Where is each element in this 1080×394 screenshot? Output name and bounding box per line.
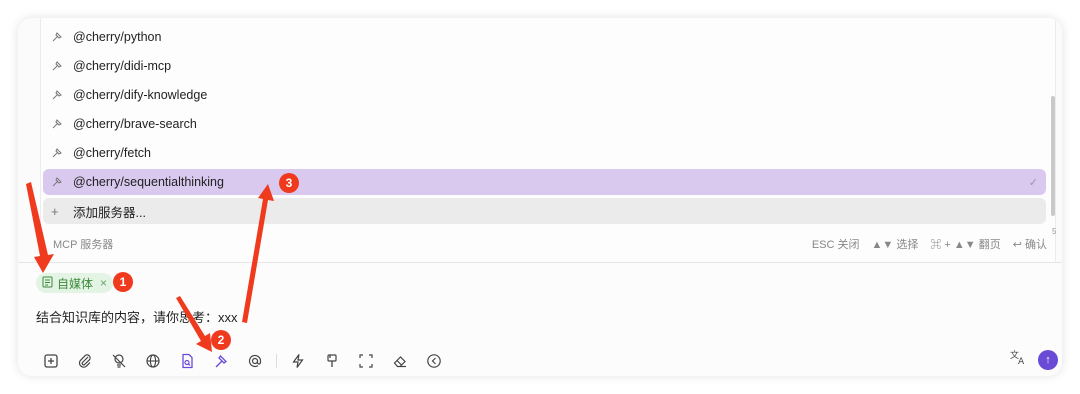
popover-title: MCP 服务器 bbox=[53, 239, 114, 251]
annotation-badge-2: 2 bbox=[211, 330, 231, 350]
toolbar-divider bbox=[276, 354, 277, 368]
new-topic-button[interactable] bbox=[34, 349, 68, 373]
scrollbar[interactable] bbox=[1051, 96, 1055, 216]
quick-phrase-button[interactable] bbox=[281, 349, 315, 373]
server-label: @cherry/fetch bbox=[73, 146, 151, 160]
input-area[interactable]: 自媒体 × 结合知识库的内容，请你思考：xxx 文 A ↑ bbox=[18, 262, 1062, 376]
lightning-icon bbox=[292, 354, 304, 368]
clear-format-button[interactable] bbox=[315, 349, 349, 373]
knowledge-base-button[interactable] bbox=[170, 349, 204, 373]
right-tools: 文A ↑ bbox=[1010, 349, 1058, 370]
server-item-python[interactable]: @cherry/python bbox=[43, 24, 1046, 50]
eraser-icon bbox=[393, 356, 406, 368]
expand-icon bbox=[359, 354, 373, 368]
tag-label: 自媒体 bbox=[57, 276, 94, 291]
hammer-icon bbox=[51, 31, 65, 43]
server-item-sequentialthinking[interactable]: @cherry/sequentialthinking ✓ bbox=[43, 169, 1046, 195]
chevron-left-circle-icon bbox=[427, 354, 441, 368]
clear-button[interactable] bbox=[383, 349, 417, 373]
server-label: @cherry/python bbox=[73, 30, 162, 44]
check-icon: ✓ bbox=[1028, 176, 1038, 189]
mention-button[interactable] bbox=[238, 349, 272, 373]
chat-window: @cherry/python @cherry/didi-mcp @cherry/… bbox=[18, 18, 1062, 376]
thinking-button[interactable] bbox=[102, 349, 136, 373]
server-item-dify-knowledge[interactable]: @cherry/dify-knowledge bbox=[43, 82, 1046, 108]
hammer-icon bbox=[215, 355, 227, 368]
svg-text:A: A bbox=[1018, 357, 1025, 365]
collapse-button[interactable] bbox=[417, 349, 451, 373]
message-input[interactable]: 结合知识库的内容，请你思考：xxx bbox=[36, 307, 238, 326]
hammer-icon bbox=[51, 89, 65, 101]
input-toolbar bbox=[34, 349, 451, 373]
hint-page: ⌘ + ▲▼ 翻页 bbox=[930, 239, 1001, 251]
hammer-icon bbox=[51, 118, 65, 130]
server-label: @cherry/dify-knowledge bbox=[73, 88, 208, 102]
globe-icon bbox=[146, 354, 160, 368]
hammer-icon bbox=[51, 176, 65, 188]
server-item-fetch[interactable]: @cherry/fetch bbox=[43, 140, 1046, 166]
hint-select: ▲▼ 选择 bbox=[871, 239, 919, 251]
knowledge-base-icon bbox=[42, 276, 53, 291]
attachment-button[interactable] bbox=[68, 349, 102, 373]
server-item-brave-search[interactable]: @cherry/brave-search bbox=[43, 111, 1046, 137]
paintbrush-icon bbox=[327, 354, 337, 367]
hammer-icon bbox=[51, 147, 65, 159]
page-number: 5 bbox=[1052, 227, 1057, 236]
add-server-item[interactable]: + 添加服务器... bbox=[43, 198, 1046, 224]
annotation-badge-1: 1 bbox=[113, 272, 133, 292]
hint-confirm: ↩ 确认 bbox=[1012, 239, 1047, 251]
close-icon[interactable]: × bbox=[100, 276, 107, 290]
keyboard-hints: ESC 关闭 ▲▼ 选择 ⌘ + ▲▼ 翻页 ↩ 确认 bbox=[812, 236, 1047, 252]
knowledge-tag[interactable]: 自媒体 × bbox=[36, 273, 114, 293]
translate-icon: 文A bbox=[1010, 349, 1025, 367]
server-label: @cherry/sequentialthinking bbox=[73, 175, 224, 189]
hint-close: ESC 关闭 bbox=[811, 239, 860, 251]
send-button[interactable]: ↑ bbox=[1038, 349, 1058, 370]
annotation-badge-3: 3 bbox=[279, 173, 299, 193]
at-icon bbox=[248, 354, 262, 368]
server-label: @cherry/brave-search bbox=[73, 117, 197, 131]
mcp-server-button[interactable] bbox=[204, 349, 238, 373]
add-server-label: 添加服务器... bbox=[73, 205, 146, 220]
new-topic-icon bbox=[44, 354, 58, 368]
lightbulb-off-icon bbox=[112, 354, 126, 368]
mcp-server-popover: @cherry/python @cherry/didi-mcp @cherry/… bbox=[40, 18, 1056, 262]
plus-icon: + bbox=[51, 203, 59, 219]
file-search-icon bbox=[182, 353, 193, 369]
web-search-button[interactable] bbox=[136, 349, 170, 373]
fullscreen-button[interactable] bbox=[349, 349, 383, 373]
hammer-icon bbox=[51, 60, 65, 72]
translate-button[interactable]: 文A bbox=[1010, 349, 1028, 370]
paperclip-icon bbox=[78, 354, 91, 368]
arrow-up-icon: ↑ bbox=[1045, 353, 1051, 366]
server-item-didi-mcp[interactable]: @cherry/didi-mcp bbox=[43, 53, 1046, 79]
server-label: @cherry/didi-mcp bbox=[73, 59, 172, 73]
